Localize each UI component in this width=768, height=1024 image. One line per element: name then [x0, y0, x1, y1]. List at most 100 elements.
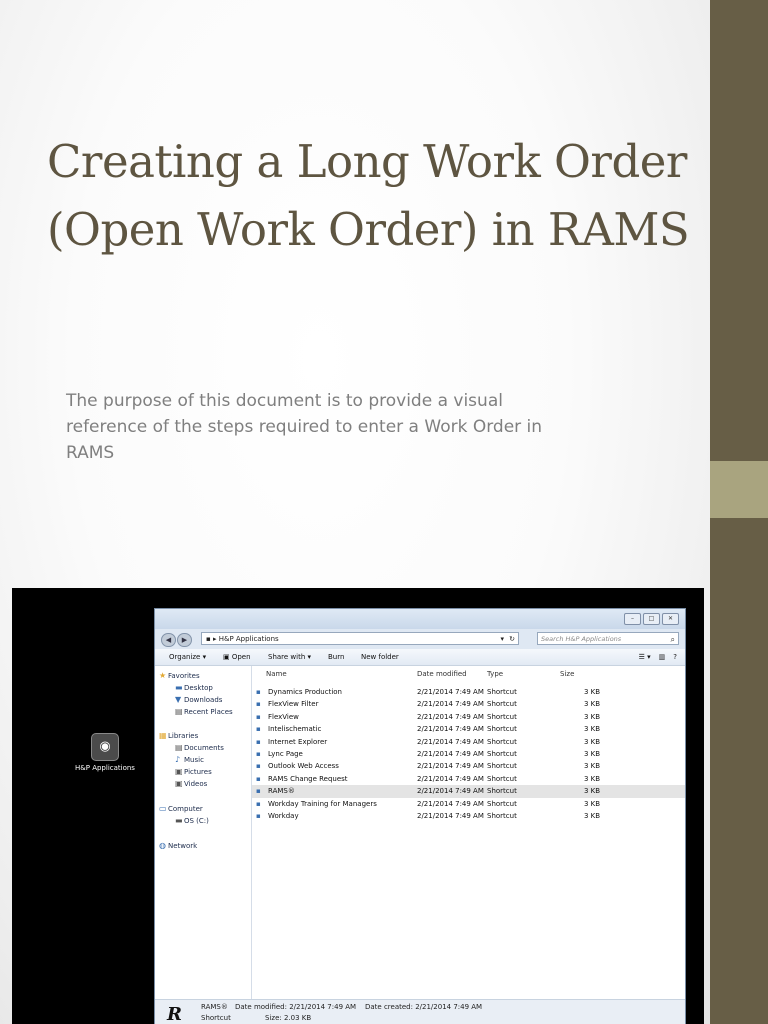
shortcut-icon: ▪	[256, 762, 261, 771]
organize-button[interactable]: Organize ▾	[169, 649, 206, 665]
navigation-pane: ★ Favorites ▬Desktop ▼ Downloads ▤Recent P…	[155, 666, 252, 999]
file-date: 2/21/2014 7:49 AM	[417, 787, 484, 796]
file-name: RAMS Change Request	[268, 774, 348, 783]
command-bar: Organize ▾ ▣ Open Share with ▾ Burn New …	[155, 649, 685, 666]
column-type[interactable]: Type	[487, 666, 503, 682]
file-size: 3 KB	[584, 774, 601, 783]
file-size: 3 KB	[584, 737, 601, 746]
nav-music[interactable]: ♪ Music	[175, 754, 204, 766]
chevron-down-icon[interactable]: ▾	[500, 633, 504, 646]
shortcut-icon: ▪	[256, 725, 261, 734]
file-type: Shortcut	[487, 712, 517, 721]
file-name: RAMS®	[268, 787, 295, 796]
pictures-icon: ▣	[175, 767, 183, 776]
explorer-window: – □ ✕ ◀ ▶ ▪ ▸ H&P Applications ▾ ↻ Searc…	[154, 608, 686, 1024]
minimize-icon[interactable]: –	[624, 613, 641, 625]
details-name: RAMS®	[201, 1003, 228, 1011]
forward-icon[interactable]: ▶	[177, 633, 192, 647]
file-size: 3 KB	[584, 799, 601, 808]
nav-network[interactable]: ◍ Network	[159, 840, 197, 852]
nav-documents-label: Documents	[184, 744, 224, 752]
file-name: FlexView	[268, 712, 299, 721]
file-row[interactable]: ▪ Internet Explorer 2/21/2014 7:49 AM Short…	[252, 736, 685, 748]
nav-documents[interactable]: ▤Documents	[175, 742, 224, 754]
nav-desktop[interactable]: ▬Desktop	[175, 682, 213, 694]
file-row[interactable]: ▪ Workday 2/21/2014 7:49 AM Shortcut 3 KB	[252, 810, 685, 822]
file-row[interactable]: ▪ RAMS Change Request 2/21/2014 7:49 AM Sho…	[252, 773, 685, 785]
file-row[interactable]: ▪ Outlook Web Access 2/21/2014 7:49 AM Shor…	[252, 760, 685, 772]
nav-recent-places-label: Recent Places	[184, 708, 233, 716]
file-row[interactable]: ▪ FlexView 2/21/2014 7:49 AM Shortcut 3 KB	[252, 711, 685, 723]
star-icon: ★	[159, 671, 167, 680]
nav-recent-places[interactable]: ▤Recent Places	[175, 706, 233, 718]
shortcut-icon: ▪	[256, 700, 261, 709]
nav-favorites-label: Favorites	[168, 672, 200, 680]
preview-pane-icon[interactable]: ▥	[659, 649, 666, 665]
embedded-screenshot: ◉ H&P Applications – □ ✕ ◀ ▶ ▪ ▸ H&P App…	[12, 588, 704, 1024]
share-with-button[interactable]: Share with ▾	[268, 649, 311, 665]
back-icon[interactable]: ◀	[161, 633, 176, 647]
search-input[interactable]: Search H&P Applications ⌕	[537, 632, 679, 645]
close-icon[interactable]: ✕	[662, 613, 679, 625]
open-label: Open	[231, 653, 251, 661]
nav-libraries[interactable]: ▦Libraries	[159, 730, 198, 742]
nav-downloads[interactable]: ▼ Downloads	[175, 694, 222, 706]
file-date: 2/21/2014 7:49 AM	[417, 688, 484, 696]
column-size[interactable]: Size	[560, 666, 574, 682]
nav-desktop-label: Desktop	[184, 684, 213, 692]
file-date: 2/21/2014 7:49 AM	[417, 750, 484, 758]
column-date-modified[interactable]: Date modified	[417, 666, 467, 682]
maximize-icon[interactable]: □	[643, 613, 660, 625]
videos-icon: ▣	[175, 779, 183, 788]
shortcut-icon: ▪	[256, 737, 261, 746]
nav-os-c[interactable]: ▬OS (C:)	[175, 815, 209, 827]
file-row[interactable]: ▪ Intelischematic 2/21/2014 7:49 AM Shortcu…	[252, 723, 685, 735]
address-bar[interactable]: ▪ ▸ H&P Applications ▾ ↻	[201, 632, 519, 645]
open-button[interactable]: ▣ Open	[223, 649, 251, 665]
nav-favorites[interactable]: ★ Favorites	[159, 670, 200, 682]
help-icon[interactable]: ?	[673, 649, 677, 665]
file-name: Internet Explorer	[268, 737, 328, 746]
file-date: 2/21/2014 7:49 AM	[417, 774, 484, 783]
file-type: Shortcut	[487, 799, 517, 808]
nav-computer[interactable]: ▭Computer	[159, 803, 203, 815]
file-name: Dynamics Production	[268, 688, 342, 696]
shortcut-icon: ▪	[256, 774, 261, 783]
desktop-shortcut[interactable]: ◉ H&P Applications	[75, 733, 135, 772]
file-row[interactable]: ▪ Dynamics Production 2/21/2014 7:49 AM Sho…	[252, 686, 685, 698]
rams-logo-icon: R	[167, 1004, 182, 1024]
slide-title: Creating a Long Work Order (Open Work Or…	[47, 135, 690, 256]
nav-computer-label: Computer	[168, 805, 203, 813]
file-row[interactable]: ▪ Workday Training for Managers 2/21/2014 …	[252, 798, 685, 810]
file-type: Shortcut	[487, 812, 517, 820]
file-size: 3 KB	[584, 812, 601, 820]
address-path: H&P Applications	[218, 635, 279, 643]
column-name[interactable]: Name	[266, 666, 287, 682]
nav-pictures[interactable]: ▣Pictures	[175, 766, 212, 778]
nav-os-c-label: OS (C:)	[184, 817, 209, 825]
file-date: 2/21/2014 7:49 AM	[417, 712, 484, 721]
search-placeholder: Search H&P Applications	[541, 635, 622, 643]
refresh-icon[interactable]: ↻	[509, 633, 515, 646]
file-type: Shortcut	[487, 725, 517, 734]
slide-side-bar-accent	[710, 461, 768, 518]
nav-libraries-label: Libraries	[168, 732, 199, 740]
file-row[interactable]: ▪ FlexView Filter 2/21/2014 7:49 AM Shortcu…	[252, 698, 685, 710]
view-options-icon[interactable]: ☰ ▾	[639, 649, 651, 665]
file-date: 2/21/2014 7:49 AM	[417, 737, 484, 746]
file-row[interactable]: ▪ Lync Page 2/21/2014 7:49 AM Shortcut 3 KB	[252, 748, 685, 760]
file-size: 3 KB	[584, 750, 601, 758]
nav-pictures-label: Pictures	[184, 768, 212, 776]
file-date: 2/21/2014 7:49 AM	[417, 799, 484, 808]
file-name: Lync Page	[268, 750, 303, 758]
new-folder-button[interactable]: New folder	[361, 649, 399, 665]
file-size: 3 KB	[584, 700, 601, 709]
burn-button[interactable]: Burn	[328, 649, 344, 665]
nav-videos[interactable]: ▣Videos	[175, 778, 207, 790]
file-date: 2/21/2014 7:49 AM	[417, 725, 484, 734]
file-row[interactable]: ▪ RAMS® 2/21/2014 7:49 AM Shortcut 3 KB	[252, 785, 685, 798]
desktop-icon: ▬	[175, 683, 183, 692]
window-titlebar: – □ ✕	[155, 609, 685, 629]
file-size: 3 KB	[584, 725, 601, 734]
nav-network-label: Network	[168, 842, 198, 850]
